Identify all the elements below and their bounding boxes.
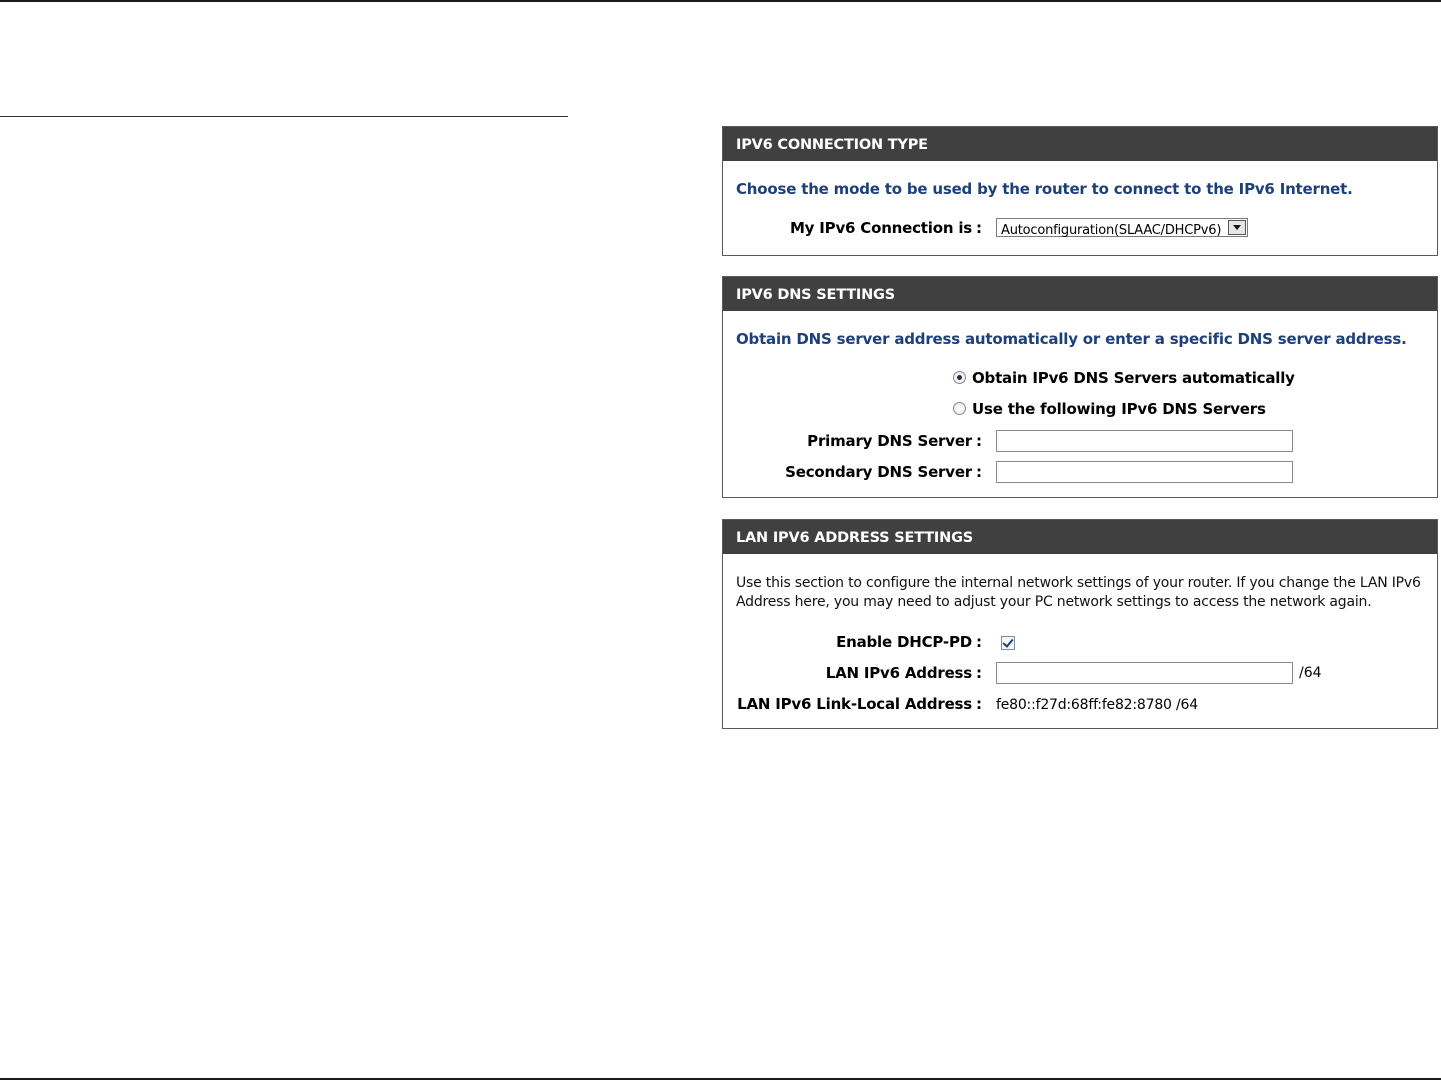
primary-dns-row: Primary DNS Server : [723, 428, 1437, 454]
link-local-value: fe80::f27d:68ff:fe82:8780 /64 [996, 697, 1198, 713]
secondary-dns-value [996, 461, 1293, 483]
secondary-dns-colon: : [976, 463, 982, 481]
primary-dns-colon: : [976, 432, 982, 450]
lan-address-row: LAN IPv6 Address : /64 [723, 660, 1437, 686]
lan-settings-header: LAN IPV6 ADDRESS SETTINGS [723, 520, 1437, 554]
lan-address-value: /64 [996, 662, 1322, 684]
dns-manual-label: Use the following IPv6 DNS Servers [972, 399, 1266, 418]
connection-type-row: My IPv6 Connection is : Autoconfiguratio… [723, 215, 1437, 241]
dns-manual-option[interactable]: Use the following IPv6 DNS Servers [953, 398, 1266, 420]
dhcp-pd-value [996, 631, 1015, 650]
dns-auto-label: Obtain IPv6 DNS Servers automatically [972, 368, 1295, 387]
secondary-dns-row: Secondary DNS Server : [723, 459, 1437, 485]
connection-type-colon: : [976, 219, 982, 237]
dns-auto-option[interactable]: Obtain IPv6 DNS Servers automatically [953, 367, 1295, 389]
dhcp-pd-colon: : [976, 633, 982, 651]
connection-type-select[interactable]: Autoconfiguration(SLAAC/DHCPv6) [996, 218, 1249, 238]
lan-settings-panel: LAN IPV6 ADDRESS SETTINGS Use this secti… [722, 519, 1438, 729]
link-local-value-wrap: fe80::f27d:68ff:fe82:8780 /64 [996, 694, 1198, 715]
lan-address-input[interactable] [996, 662, 1293, 684]
connection-type-intro: Choose the mode to be used by the router… [736, 180, 1353, 198]
dhcp-pd-row: Enable DHCP-PD : [723, 629, 1437, 655]
lan-address-colon: : [976, 664, 982, 682]
connection-type-selected: Autoconfiguration(SLAAC/DHCPv6) [1001, 223, 1222, 238]
primary-dns-input[interactable] [996, 430, 1293, 452]
chevron-down-icon[interactable] [1228, 220, 1247, 235]
top-divider [0, 0, 1441, 2]
bottom-divider [0, 1078, 1441, 1080]
secondary-dns-label: Secondary DNS Server [785, 463, 972, 481]
dns-manual-radio[interactable] [953, 402, 966, 415]
dns-auto-radio[interactable] [953, 371, 966, 384]
connection-type-value: Autoconfiguration(SLAAC/DHCPv6) [996, 217, 1249, 238]
dhcp-pd-checkbox[interactable] [1001, 636, 1015, 650]
page: IPV6 CONNECTION TYPE Choose the mode to … [0, 0, 1441, 1081]
connection-type-header: IPV6 CONNECTION TYPE [723, 127, 1437, 161]
dns-settings-header: IPV6 DNS SETTINGS [723, 277, 1437, 311]
link-local-row: LAN IPv6 Link-Local Address : fe80::f27d… [723, 691, 1437, 717]
section-divider [0, 116, 568, 117]
dhcp-pd-label: Enable DHCP-PD [836, 633, 972, 651]
dns-settings-panel: IPV6 DNS SETTINGS Obtain DNS server addr… [722, 276, 1438, 498]
dns-settings-intro: Obtain DNS server address automatically … [736, 330, 1407, 348]
secondary-dns-input[interactable] [996, 461, 1293, 483]
link-local-label: LAN IPv6 Link-Local Address [737, 695, 972, 713]
link-local-colon: : [976, 695, 982, 713]
lan-address-label: LAN IPv6 Address [825, 664, 972, 682]
connection-type-panel: IPV6 CONNECTION TYPE Choose the mode to … [722, 126, 1438, 256]
primary-dns-value [996, 430, 1293, 452]
connection-type-label: My IPv6 Connection is [789, 219, 972, 237]
lan-settings-description: Use this section to configure the intern… [736, 575, 1421, 610]
lan-address-suffix: /64 [1299, 665, 1322, 681]
primary-dns-label: Primary DNS Server [807, 432, 972, 450]
